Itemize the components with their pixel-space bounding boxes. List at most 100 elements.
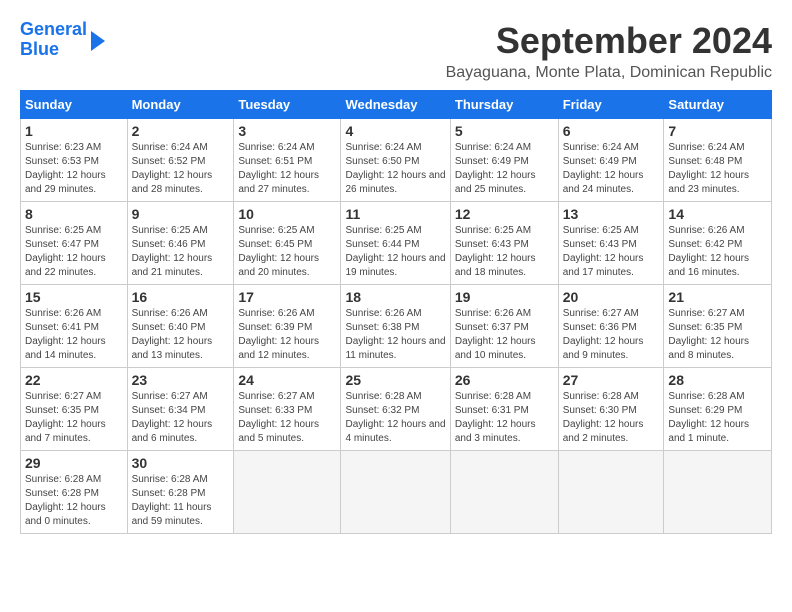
table-row: 15 Sunrise: 6:26 AMSunset: 6:41 PMDaylig…: [21, 285, 128, 368]
day-number: 3: [238, 123, 336, 139]
calendar-week-row: 8 Sunrise: 6:25 AMSunset: 6:47 PMDayligh…: [21, 202, 772, 285]
table-row: 13 Sunrise: 6:25 AMSunset: 6:43 PMDaylig…: [558, 202, 664, 285]
table-row: 12 Sunrise: 6:25 AMSunset: 6:43 PMDaylig…: [450, 202, 558, 285]
table-row: 1 Sunrise: 6:23 AMSunset: 6:53 PMDayligh…: [21, 119, 128, 202]
calendar-header-row: Sunday Monday Tuesday Wednesday Thursday…: [21, 91, 772, 119]
day-number: 13: [563, 206, 660, 222]
table-row: 6 Sunrise: 6:24 AMSunset: 6:49 PMDayligh…: [558, 119, 664, 202]
day-number: 24: [238, 372, 336, 388]
calendar-title: September 2024: [446, 20, 772, 62]
col-friday: Friday: [558, 91, 664, 119]
table-row: 17 Sunrise: 6:26 AMSunset: 6:39 PMDaylig…: [234, 285, 341, 368]
col-thursday: Thursday: [450, 91, 558, 119]
day-number: 29: [25, 455, 123, 471]
calendar-week-row: 15 Sunrise: 6:26 AMSunset: 6:41 PMDaylig…: [21, 285, 772, 368]
day-detail: Sunrise: 6:25 AMSunset: 6:43 PMDaylight:…: [563, 224, 660, 280]
day-detail: Sunrise: 6:25 AMSunset: 6:44 PMDaylight:…: [345, 224, 445, 280]
day-detail: Sunrise: 6:24 AMSunset: 6:50 PMDaylight:…: [345, 141, 445, 197]
table-row: 5 Sunrise: 6:24 AMSunset: 6:49 PMDayligh…: [450, 119, 558, 202]
logo-text: General: [20, 20, 87, 40]
day-number: 2: [132, 123, 230, 139]
table-row: 3 Sunrise: 6:24 AMSunset: 6:51 PMDayligh…: [234, 119, 341, 202]
day-detail: Sunrise: 6:27 AMSunset: 6:33 PMDaylight:…: [238, 390, 336, 446]
day-detail: Sunrise: 6:24 AMSunset: 6:51 PMDaylight:…: [238, 141, 336, 197]
day-detail: Sunrise: 6:28 AMSunset: 6:28 PMDaylight:…: [25, 473, 123, 529]
day-detail: Sunrise: 6:24 AMSunset: 6:48 PMDaylight:…: [668, 141, 767, 197]
table-row: 22 Sunrise: 6:27 AMSunset: 6:35 PMDaylig…: [21, 368, 128, 451]
table-row: [450, 451, 558, 534]
table-row: 23 Sunrise: 6:27 AMSunset: 6:34 PMDaylig…: [127, 368, 234, 451]
day-number: 7: [668, 123, 767, 139]
table-row: 2 Sunrise: 6:24 AMSunset: 6:52 PMDayligh…: [127, 119, 234, 202]
table-row: 11 Sunrise: 6:25 AMSunset: 6:44 PMDaylig…: [341, 202, 450, 285]
day-detail: Sunrise: 6:26 AMSunset: 6:40 PMDaylight:…: [132, 307, 230, 363]
day-detail: Sunrise: 6:26 AMSunset: 6:42 PMDaylight:…: [668, 224, 767, 280]
table-row: 26 Sunrise: 6:28 AMSunset: 6:31 PMDaylig…: [450, 368, 558, 451]
table-row: [664, 451, 772, 534]
day-detail: Sunrise: 6:25 AMSunset: 6:43 PMDaylight:…: [455, 224, 554, 280]
table-row: 19 Sunrise: 6:26 AMSunset: 6:37 PMDaylig…: [450, 285, 558, 368]
day-detail: Sunrise: 6:26 AMSunset: 6:41 PMDaylight:…: [25, 307, 123, 363]
day-detail: Sunrise: 6:28 AMSunset: 6:29 PMDaylight:…: [668, 390, 767, 446]
day-number: 15: [25, 289, 123, 305]
day-number: 25: [345, 372, 445, 388]
table-row: 10 Sunrise: 6:25 AMSunset: 6:45 PMDaylig…: [234, 202, 341, 285]
day-number: 9: [132, 206, 230, 222]
table-row: 25 Sunrise: 6:28 AMSunset: 6:32 PMDaylig…: [341, 368, 450, 451]
day-number: 26: [455, 372, 554, 388]
table-row: 14 Sunrise: 6:26 AMSunset: 6:42 PMDaylig…: [664, 202, 772, 285]
table-row: 18 Sunrise: 6:26 AMSunset: 6:38 PMDaylig…: [341, 285, 450, 368]
day-detail: Sunrise: 6:26 AMSunset: 6:37 PMDaylight:…: [455, 307, 554, 363]
col-tuesday: Tuesday: [234, 91, 341, 119]
title-section: September 2024 Bayaguana, Monte Plata, D…: [446, 20, 772, 82]
logo: General Blue: [20, 20, 105, 60]
day-detail: Sunrise: 6:27 AMSunset: 6:35 PMDaylight:…: [668, 307, 767, 363]
day-number: 14: [668, 206, 767, 222]
table-row: 4 Sunrise: 6:24 AMSunset: 6:50 PMDayligh…: [341, 119, 450, 202]
day-detail: Sunrise: 6:28 AMSunset: 6:30 PMDaylight:…: [563, 390, 660, 446]
day-number: 28: [668, 372, 767, 388]
day-detail: Sunrise: 6:28 AMSunset: 6:28 PMDaylight:…: [132, 473, 230, 529]
day-number: 20: [563, 289, 660, 305]
calendar-table: Sunday Monday Tuesday Wednesday Thursday…: [20, 90, 772, 534]
day-detail: Sunrise: 6:25 AMSunset: 6:46 PMDaylight:…: [132, 224, 230, 280]
day-number: 22: [25, 372, 123, 388]
day-detail: Sunrise: 6:23 AMSunset: 6:53 PMDaylight:…: [25, 141, 123, 197]
day-detail: Sunrise: 6:27 AMSunset: 6:35 PMDaylight:…: [25, 390, 123, 446]
col-sunday: Sunday: [21, 91, 128, 119]
logo-blue: Blue: [20, 40, 87, 60]
logo-blue-text: Blue: [20, 39, 59, 59]
day-number: 10: [238, 206, 336, 222]
day-detail: Sunrise: 6:24 AMSunset: 6:49 PMDaylight:…: [455, 141, 554, 197]
table-row: 28 Sunrise: 6:28 AMSunset: 6:29 PMDaylig…: [664, 368, 772, 451]
logo-arrow-icon: [91, 31, 105, 51]
day-detail: Sunrise: 6:26 AMSunset: 6:38 PMDaylight:…: [345, 307, 445, 363]
calendar-subtitle: Bayaguana, Monte Plata, Dominican Republ…: [446, 64, 772, 82]
table-row: 20 Sunrise: 6:27 AMSunset: 6:36 PMDaylig…: [558, 285, 664, 368]
col-saturday: Saturday: [664, 91, 772, 119]
day-detail: Sunrise: 6:25 AMSunset: 6:45 PMDaylight:…: [238, 224, 336, 280]
table-row: 21 Sunrise: 6:27 AMSunset: 6:35 PMDaylig…: [664, 285, 772, 368]
day-detail: Sunrise: 6:24 AMSunset: 6:49 PMDaylight:…: [563, 141, 660, 197]
day-number: 8: [25, 206, 123, 222]
table-row: 30 Sunrise: 6:28 AMSunset: 6:28 PMDaylig…: [127, 451, 234, 534]
day-number: 16: [132, 289, 230, 305]
day-number: 30: [132, 455, 230, 471]
calendar-week-row: 22 Sunrise: 6:27 AMSunset: 6:35 PMDaylig…: [21, 368, 772, 451]
table-row: 29 Sunrise: 6:28 AMSunset: 6:28 PMDaylig…: [21, 451, 128, 534]
calendar-week-row: 29 Sunrise: 6:28 AMSunset: 6:28 PMDaylig…: [21, 451, 772, 534]
day-number: 18: [345, 289, 445, 305]
table-row: 8 Sunrise: 6:25 AMSunset: 6:47 PMDayligh…: [21, 202, 128, 285]
table-row: [341, 451, 450, 534]
table-row: 9 Sunrise: 6:25 AMSunset: 6:46 PMDayligh…: [127, 202, 234, 285]
day-detail: Sunrise: 6:28 AMSunset: 6:31 PMDaylight:…: [455, 390, 554, 446]
day-detail: Sunrise: 6:27 AMSunset: 6:36 PMDaylight:…: [563, 307, 660, 363]
col-monday: Monday: [127, 91, 234, 119]
table-row: 24 Sunrise: 6:27 AMSunset: 6:33 PMDaylig…: [234, 368, 341, 451]
day-number: 23: [132, 372, 230, 388]
day-number: 4: [345, 123, 445, 139]
day-number: 27: [563, 372, 660, 388]
day-detail: Sunrise: 6:27 AMSunset: 6:34 PMDaylight:…: [132, 390, 230, 446]
day-number: 6: [563, 123, 660, 139]
day-detail: Sunrise: 6:28 AMSunset: 6:32 PMDaylight:…: [345, 390, 445, 446]
